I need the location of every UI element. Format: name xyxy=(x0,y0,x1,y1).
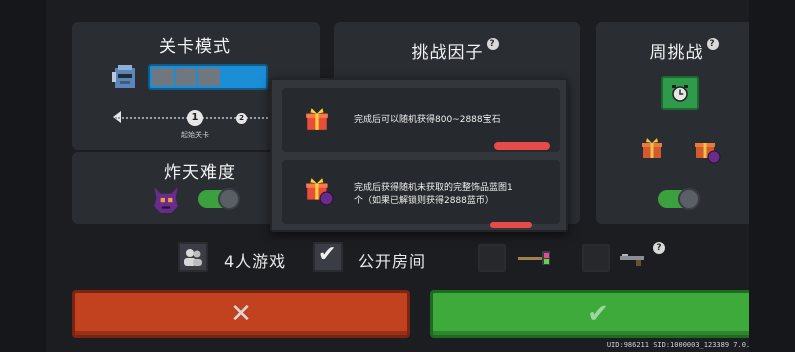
weekly-challenge-title: 周挑战? xyxy=(636,38,732,63)
weapon-help-icon[interactable]: ? xyxy=(653,242,665,254)
confirm-button[interactable]: ✔ xyxy=(430,290,766,338)
toggle-knob xyxy=(218,188,240,210)
challenge-factor-title: 挑战因子? xyxy=(400,38,510,63)
level-mode-title: 关卡模式 xyxy=(159,37,231,57)
weekly-gift-icon xyxy=(642,138,662,158)
weekly-challenge-toggle[interactable] xyxy=(658,188,700,210)
weekly-challenge-label: 周挑战 xyxy=(649,43,704,63)
close-icon: ✕ xyxy=(230,299,252,329)
red-scribble-mark xyxy=(494,142,550,150)
players-label: 4人游戏 xyxy=(224,252,287,271)
demon-skull-icon xyxy=(154,187,178,213)
reward-row-gems: 完成后可以随机获得800~2888宝石 xyxy=(282,88,560,152)
version-footer: UID:986211 SID:1000003_123389 7.0.0.31 xyxy=(606,341,767,349)
reward-row-blueprint: 完成后获得随机未获取的完整饰品蓝图1 个（如果已解锁则获得2888蓝币） xyxy=(282,160,560,228)
level-node-next[interactable]: 2 xyxy=(236,113,247,124)
reward-blueprint-line1: 完成后获得随机未获取的完整饰品蓝图1 xyxy=(354,183,513,193)
hammer-weapon-icon xyxy=(518,251,550,265)
players-button[interactable] xyxy=(178,242,208,272)
level-seg-2[interactable] xyxy=(176,68,196,86)
toggle-knob xyxy=(678,188,700,210)
red-scribble-mark xyxy=(490,222,532,228)
gun-weapon-icon xyxy=(620,254,644,266)
gift-box-icon xyxy=(306,108,328,130)
reward-popup: 完成后可以随机获得800~2888宝石 完成后获得随机未获取的完整饰品蓝图1 个… xyxy=(270,78,568,232)
challenge-factor-label: 挑战因子 xyxy=(411,43,484,63)
cancel-button[interactable]: ✕ xyxy=(72,290,410,338)
boom-difficulty-title: 炸天难度 xyxy=(164,163,236,183)
reward-gems-text: 完成后可以随机获得800~2888宝石 xyxy=(354,115,501,125)
knight-helmet-icon xyxy=(112,65,135,88)
level-seg-1[interactable] xyxy=(152,68,174,86)
level-node-label: 起始关卡 xyxy=(181,131,209,139)
challenge-help-icon[interactable]: ? xyxy=(486,38,499,50)
special-gift-box-icon xyxy=(306,178,334,206)
players-icon xyxy=(184,249,202,266)
check-icon: ✔ xyxy=(587,299,609,329)
checkmark-icon: ✔ xyxy=(318,242,337,267)
level-seg-3[interactable] xyxy=(198,68,220,86)
alarm-clock-button[interactable] xyxy=(661,76,699,110)
gun-option-checkbox[interactable] xyxy=(582,244,610,272)
public-room-label: 公开房间 xyxy=(358,252,427,271)
level-node-current[interactable]: 1 xyxy=(187,110,203,126)
weekly-help-icon[interactable]: ? xyxy=(706,38,719,50)
reward-blueprint-line2: 个（如果已解锁则获得2888蓝币） xyxy=(354,196,494,206)
weekly-special-gift-icon xyxy=(695,143,721,164)
game-screen: 关卡模式 1 2 起始关卡 炸天难度 挑战因子? 周挑战? 完成后可以随机获得8… xyxy=(0,0,795,352)
level-selector-bar[interactable] xyxy=(148,64,268,90)
boom-difficulty-toggle[interactable] xyxy=(198,188,240,210)
hammer-option-checkbox[interactable] xyxy=(478,244,506,272)
public-room-checkbox[interactable]: ✔ xyxy=(313,242,343,272)
reward-blueprint-text: 完成后获得随机未获取的完整饰品蓝图1 个（如果已解锁则获得2888蓝币） xyxy=(354,182,513,208)
alarm-clock-icon xyxy=(672,85,688,102)
